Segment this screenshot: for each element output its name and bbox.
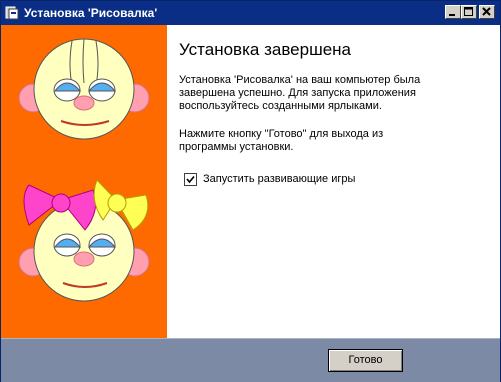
checkmark-icon	[186, 175, 195, 184]
side-banner	[1, 25, 167, 338]
close-button[interactable]	[479, 5, 495, 19]
page-title: Установка завершена	[179, 40, 352, 59]
cartoon-faces-illustration	[18, 38, 150, 302]
minimize-icon	[449, 14, 455, 16]
main-content: Установка завершена Установка 'Рисовалка…	[167, 25, 500, 338]
girl-face-icon	[18, 179, 150, 302]
button-bar: Готово	[1, 338, 500, 382]
close-icon	[482, 7, 491, 16]
launch-games-label[interactable]: Запустить развивающие игры	[203, 173, 355, 186]
installer-window: Установка 'Рисовалка' Установка завершен…	[0, 0, 501, 382]
title-bar[interactable]: Установка 'Рисовалка'	[1, 1, 500, 25]
installer-app-icon	[5, 6, 19, 20]
done-button[interactable]: Готово	[328, 349, 403, 372]
maximize-icon	[464, 7, 473, 16]
window-title: Установка 'Рисовалка'	[24, 6, 158, 20]
completion-message: Установка 'Рисовалка' на ваш компьютер б…	[179, 74, 421, 112]
minimize-button[interactable]	[445, 5, 461, 19]
boy-face-icon	[18, 38, 150, 140]
maximize-button[interactable]	[461, 5, 477, 19]
launch-games-checkbox[interactable]	[184, 173, 197, 186]
exit-instruction: Нажмите кнопку "Готово" для выхода из пр…	[179, 128, 384, 153]
